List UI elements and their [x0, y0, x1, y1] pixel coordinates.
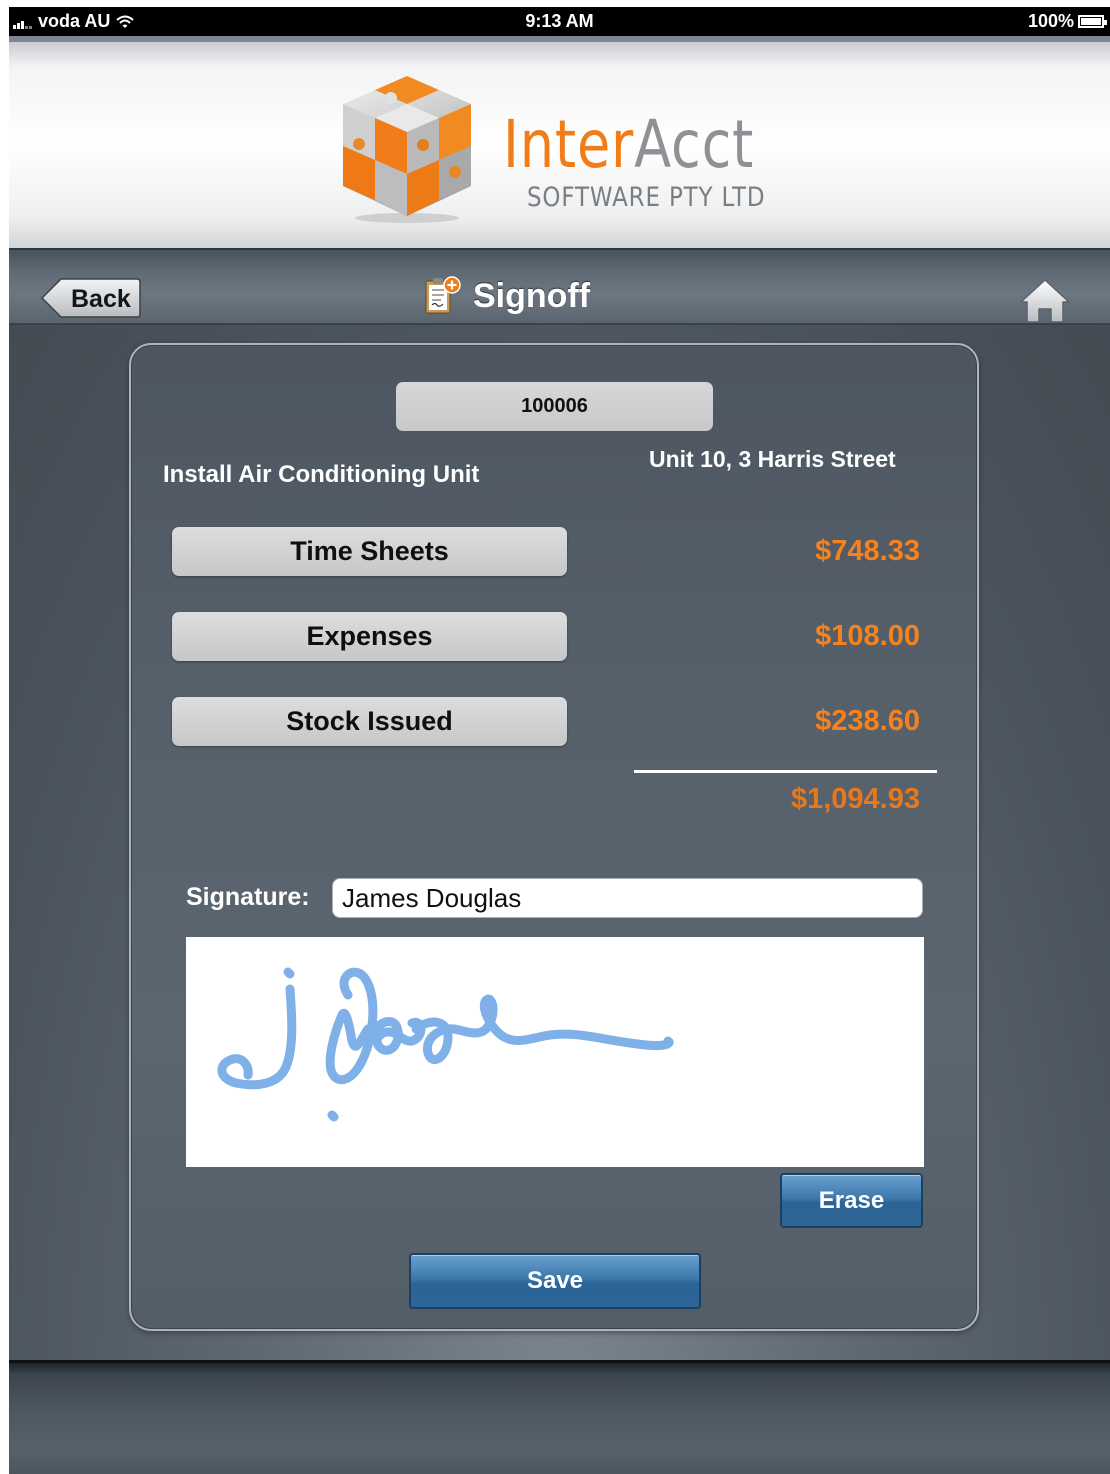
nav-bar: Back Signoff — [9, 248, 1110, 325]
brand-name: InterAcct — [503, 112, 754, 178]
signature-pad[interactable] — [186, 937, 924, 1167]
page-title-group: Signoff — [423, 274, 590, 318]
company-logo: InterAcct SOFTWARE PTY LTD — [337, 74, 777, 224]
expenses-amount: $108.00 — [815, 620, 920, 652]
home-icon — [1020, 279, 1070, 323]
puzzle-cube-icon — [343, 76, 471, 223]
battery-percent: 100% — [1027, 11, 1074, 31]
brand-name-inter: Inter — [503, 106, 635, 183]
clipboard-add-icon — [425, 276, 461, 314]
signature-drawing — [217, 967, 674, 1122]
battery-status: 100% — [1027, 11, 1107, 32]
expenses-button[interactable]: Expenses — [172, 612, 567, 661]
brand-name-acct: Acct — [634, 106, 755, 183]
status-bar: voda AU 9:13 AM 100% — [9, 7, 1110, 36]
back-button-label: Back — [71, 285, 131, 313]
stock-issued-amount: $238.60 — [815, 705, 920, 737]
header-banner: InterAcct SOFTWARE PTY LTD — [9, 36, 1110, 248]
brand-tagline: SOFTWARE PTY LTD — [527, 182, 766, 213]
home-button[interactable] — [1019, 278, 1071, 324]
signature-label: Signature: — [186, 883, 310, 911]
save-button[interactable]: Save — [409, 1253, 701, 1309]
status-time: 9:13 AM — [525, 11, 594, 31]
time-sheets-button[interactable]: Time Sheets — [172, 527, 567, 576]
battery-icon — [1078, 15, 1107, 28]
stock-issued-button[interactable]: Stock Issued — [172, 697, 567, 746]
back-button[interactable]: Back — [39, 277, 141, 319]
job-number-field: 100006 — [396, 382, 713, 431]
job-description: Install Air Conditioning Unit — [163, 461, 480, 488]
total-divider — [634, 770, 937, 773]
erase-button[interactable]: Erase — [780, 1173, 923, 1228]
total-amount: $1,094.93 — [790, 783, 920, 815]
bottom-toolbar — [9, 1360, 1110, 1474]
signature-name-input[interactable] — [332, 878, 923, 918]
page-title: Signoff — [473, 276, 591, 315]
time-sheets-amount: $748.33 — [815, 535, 920, 567]
job-address: Unit 10, 3 Harris Street — [649, 446, 896, 472]
